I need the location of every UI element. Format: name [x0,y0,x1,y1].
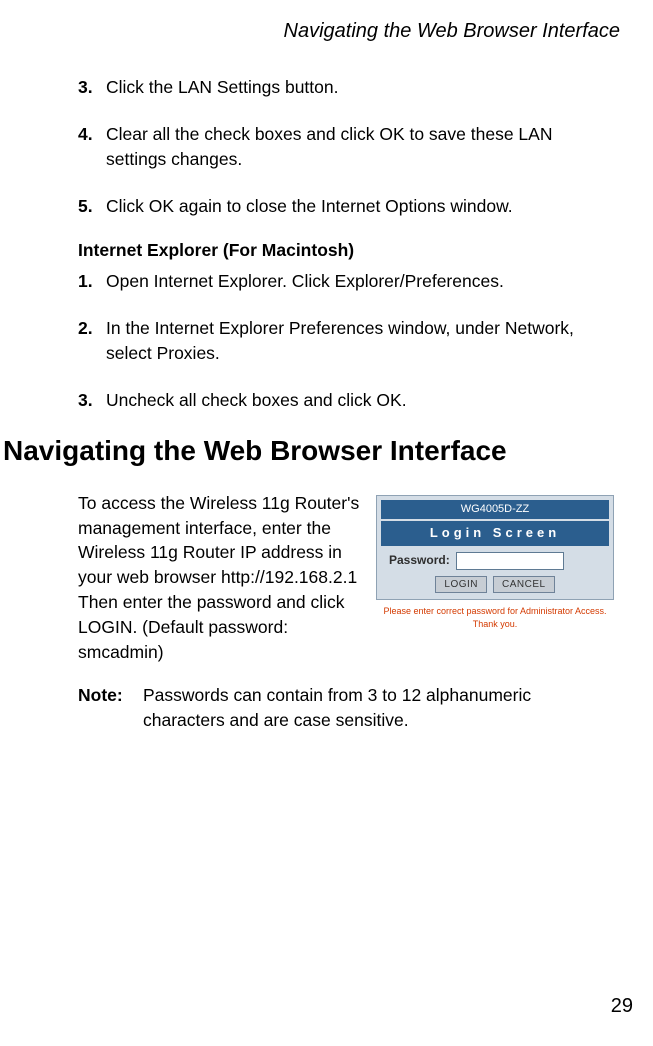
login-password-row: Password: [381,552,609,570]
login-screen-label: Login Screen [381,521,609,545]
step-number: 1. [78,269,106,294]
step-item: 3. Uncheck all check boxes and click OK. [78,388,614,413]
step-number: 3. [78,388,106,413]
step-item: 5. Click OK again to close the Internet … [78,194,614,219]
step-text: Open Internet Explorer. Click Explorer/P… [106,269,614,294]
step-text: Clear all the check boxes and click OK t… [106,122,614,172]
paragraph-with-image: WG4005D-ZZ Login Screen Password: LOGIN … [78,491,614,665]
login-window-title: WG4005D-ZZ [381,500,609,520]
note-text: Passwords can contain from 3 to 12 alpha… [143,683,614,733]
step-text: Click OK again to close the Internet Opt… [106,194,614,219]
step-item: 2. In the Internet Explorer Preferences … [78,316,614,366]
content-block-a: 3. Click the LAN Settings button. 4. Cle… [3,75,628,413]
note-row: Note: Passwords can contain from 3 to 12… [78,683,614,733]
password-label: Password: [389,552,450,569]
subheading-ie-mac: Internet Explorer (For Macintosh) [78,240,614,261]
page-number: 29 [611,995,633,1018]
login-footer-text: Please enter correct password for Admini… [376,605,614,631]
login-button-row: LOGIN CANCEL [381,576,609,593]
login-screenshot: WG4005D-ZZ Login Screen Password: LOGIN … [376,495,614,631]
step-number: 2. [78,316,106,366]
cancel-button[interactable]: CANCEL [493,576,555,593]
step-item: 3. Click the LAN Settings button. [78,75,614,100]
note-label: Note: [78,683,143,733]
step-number: 4. [78,122,106,172]
running-header: Navigating the Web Browser Interface [3,20,620,43]
intro-paragraph: To access the Wireless 11g Router's mana… [78,493,359,662]
password-input[interactable] [456,552,564,570]
paragraph-block: WG4005D-ZZ Login Screen Password: LOGIN … [3,491,628,733]
section-heading: Navigating the Web Browser Interface [3,435,628,467]
step-item: 1. Open Internet Explorer. Click Explore… [78,269,614,294]
step-number: 3. [78,75,106,100]
navigating-section: Navigating the Web Browser Interface WG4… [3,435,628,733]
login-screenshot-box: WG4005D-ZZ Login Screen Password: LOGIN … [376,495,614,631]
step-text: Uncheck all check boxes and click OK. [106,388,614,413]
step-text: In the Internet Explorer Preferences win… [106,316,614,366]
step-item: 4. Clear all the check boxes and click O… [78,122,614,172]
step-text: Click the LAN Settings button. [106,75,614,100]
step-number: 5. [78,194,106,219]
login-panel: WG4005D-ZZ Login Screen Password: LOGIN … [376,495,614,600]
login-button[interactable]: LOGIN [435,576,487,593]
